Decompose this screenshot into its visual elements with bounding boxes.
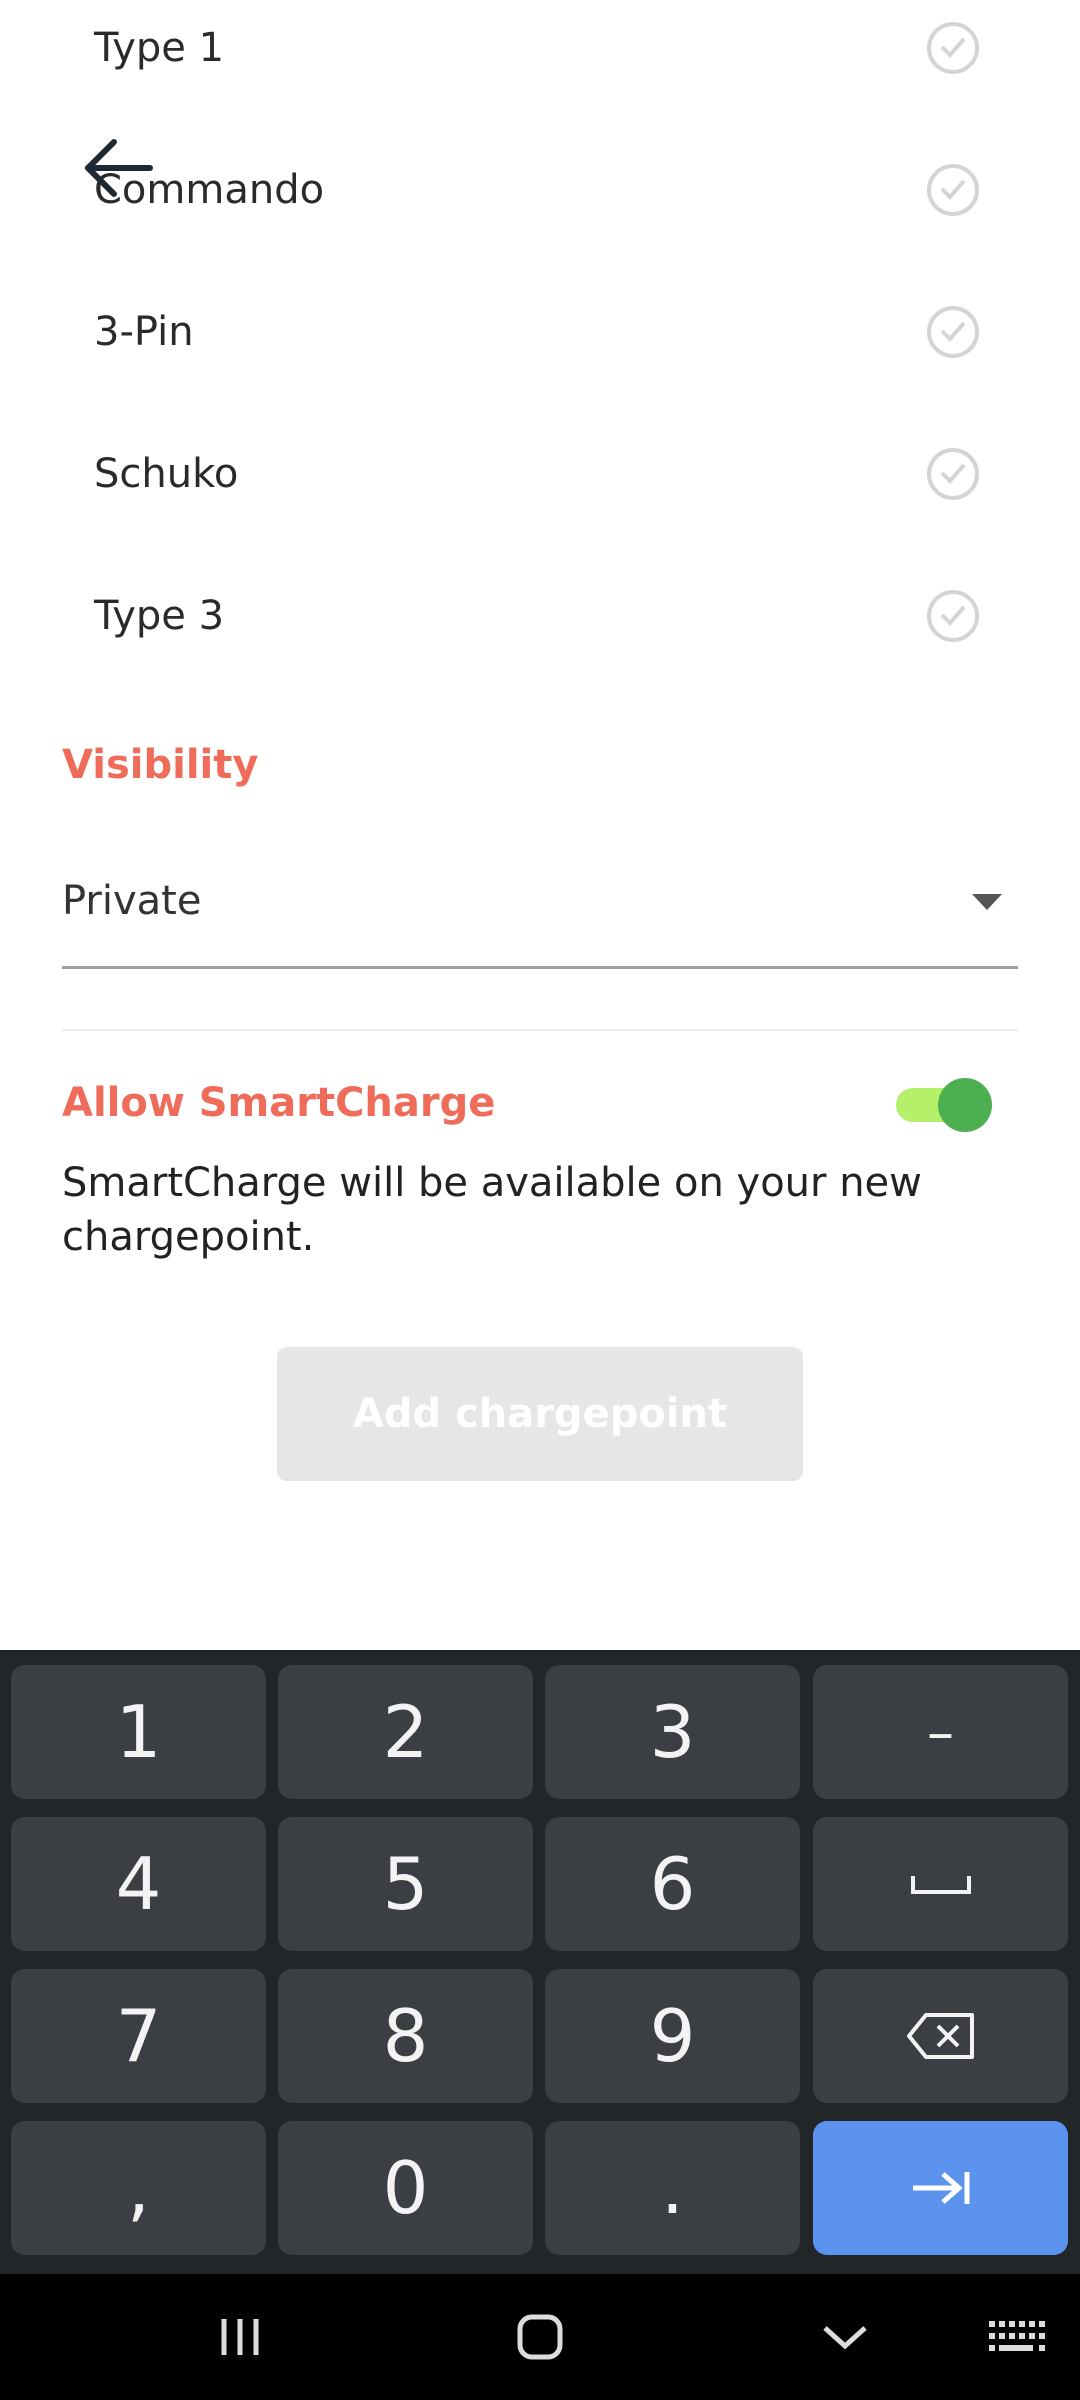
connector-label: Type 1 (94, 25, 225, 71)
key-9[interactable]: 9 (545, 1969, 800, 2103)
visibility-selected-value: Private (62, 878, 202, 924)
check-circle-icon[interactable] (927, 448, 979, 500)
back-arrow-icon[interactable] (78, 130, 158, 210)
backspace-icon[interactable] (813, 1969, 1068, 2103)
connector-label: 3-Pin (94, 309, 194, 355)
key-5[interactable]: 5 (278, 1817, 533, 1951)
key-7[interactable]: 7 (11, 1969, 266, 2103)
connector-label: Schuko (94, 451, 239, 497)
check-circle-icon[interactable] (927, 164, 979, 216)
connector-label: Type 3 (94, 593, 225, 639)
hide-keyboard-icon[interactable] (805, 2274, 885, 2400)
connector-row-commando[interactable]: Commando (0, 122, 1080, 264)
key-6[interactable]: 6 (545, 1817, 800, 1951)
smartcharge-toggle[interactable] (894, 1076, 994, 1132)
visibility-heading: Visibility (62, 742, 259, 788)
connector-row-3pin[interactable]: 3-Pin (0, 264, 1080, 406)
smartcharge-heading: Allow SmartCharge (62, 1080, 496, 1126)
add-chargepoint-label: Add chargepoint (352, 1391, 728, 1437)
system-nav-bar (0, 2274, 1080, 2400)
recent-apps-icon[interactable] (200, 2274, 280, 2400)
next-tab-icon[interactable] (813, 2121, 1068, 2255)
key-1[interactable]: 1 (11, 1665, 266, 1799)
check-circle-icon[interactable] (927, 306, 979, 358)
key-2[interactable]: 2 (278, 1665, 533, 1799)
key-0[interactable]: 0 (278, 2121, 533, 2255)
dropdown-arrow-icon (972, 894, 1002, 916)
visibility-select[interactable]: Private (62, 862, 1018, 969)
key-8[interactable]: 8 (278, 1969, 533, 2103)
smartcharge-description: SmartCharge will be available on your ne… (62, 1160, 922, 1260)
connector-row-type3[interactable]: Type 3 (0, 548, 1080, 690)
connector-row-type1[interactable]: Type 1 (0, 0, 1080, 122)
divider (62, 1029, 1018, 1031)
check-circle-icon[interactable] (927, 590, 979, 642)
check-circle-icon[interactable] (927, 22, 979, 74)
key-period[interactable]: . (545, 2121, 800, 2255)
key-4[interactable]: 4 (11, 1817, 266, 1951)
key-comma[interactable]: , (11, 2121, 266, 2255)
add-chargepoint-button[interactable]: Add chargepoint (277, 1347, 803, 1481)
space-key-icon[interactable] (813, 1817, 1068, 1951)
key-3[interactable]: 3 (545, 1665, 800, 1799)
toggle-thumb (938, 1078, 992, 1132)
keyboard-icon[interactable] (976, 2274, 1056, 2400)
connector-row-schuko[interactable]: Schuko (0, 406, 1080, 548)
home-icon[interactable] (500, 2274, 580, 2400)
numeric-keyboard: 1 2 3 – 4 5 6 7 8 9 , 0 . (0, 1650, 1080, 2274)
key-dash[interactable]: – (813, 1665, 1068, 1799)
